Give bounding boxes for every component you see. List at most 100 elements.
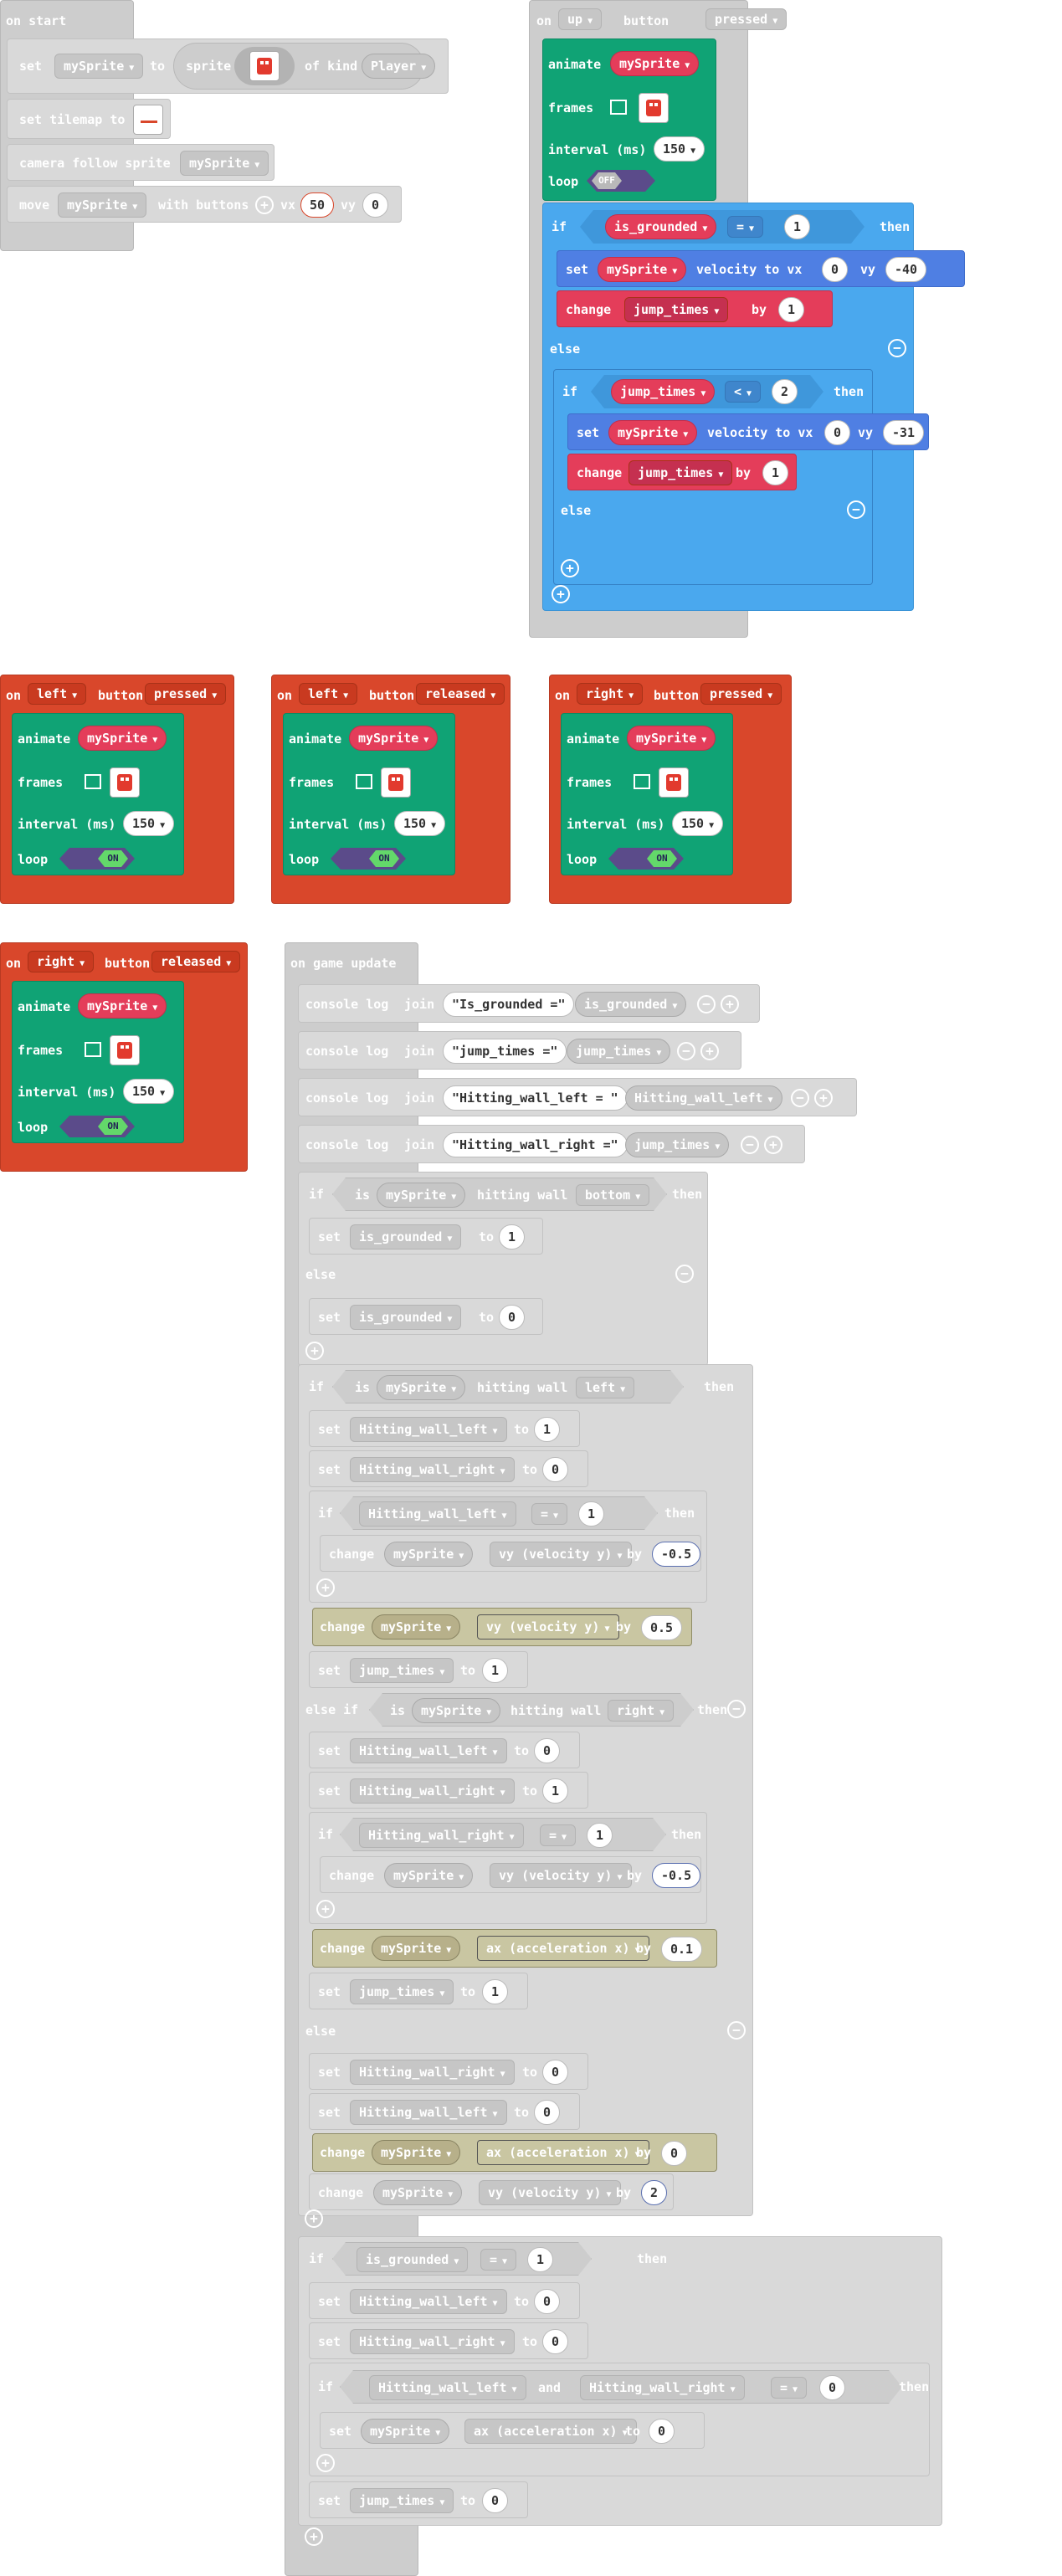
var-dropdown[interactable]: jump_times ▼	[350, 1658, 454, 1683]
animate-block[interactable]: animate mySprite ▼ frames interval (ms) 1…	[561, 713, 733, 875]
nested-if-block[interactable]: if jump_times ▼ < ▼ 2 then set mySprite ▼ v…	[553, 369, 929, 585]
sprite-dropdown[interactable]: mySprite ▼	[412, 1698, 500, 1723]
value-input[interactable]: 0	[542, 2060, 569, 2085]
set-var-block[interactable]: set jump_times ▼ to 1	[309, 1973, 528, 2009]
minus-icon[interactable]: −	[675, 1265, 694, 1283]
string-input[interactable]: "Hitting_wall_left = "	[443, 1085, 628, 1111]
minus-icon[interactable]: −	[847, 500, 865, 519]
is-hitting-wall-block[interactable]: is mySprite ▼ hitting wall bottom ▼	[332, 1178, 667, 1211]
film-icon[interactable]	[85, 774, 101, 789]
if-else-block[interactable]: if is_grounded ▼ = ▼ 1 then set mySprite ▼ …	[542, 203, 965, 611]
image-picker[interactable]	[234, 47, 295, 85]
plus-icon[interactable]: +	[764, 1136, 782, 1154]
is-hitting-wall-block[interactable]: is mySprite ▼ hitting wall left ▼	[332, 1370, 684, 1403]
animate-block[interactable]: animate mySprite ▼ frames interval (ms) 1…	[12, 713, 184, 875]
change-var-block[interactable]: change jump_times ▼ by 1	[557, 290, 833, 327]
sprite-dropdown[interactable]: mySprite ▼	[610, 51, 700, 76]
console-log-block[interactable]: console log join "jump_times =" jump_tim…	[298, 1031, 741, 1070]
var-dropdown[interactable]: is_grounded ▼	[350, 1305, 462, 1330]
button-dropdown[interactable]: right ▼	[28, 951, 95, 972]
vx-input[interactable]: 50	[300, 192, 335, 218]
var-dropdown[interactable]: Hitting_wall_left ▼	[350, 1417, 507, 1442]
compare-block[interactable]: jump_times ▼ < ▼ 2	[591, 375, 823, 408]
nested-if-block[interactable]: if Hitting_wall_left ▼ = ▼ 1 then change m…	[309, 1491, 707, 1603]
minus-icon[interactable]: −	[791, 1089, 809, 1107]
var-dropdown[interactable]: is_grounded ▼	[350, 1224, 462, 1250]
film-icon[interactable]	[634, 774, 650, 789]
sprite-dropdown[interactable]: mySprite ▼	[78, 726, 167, 751]
wall-dropdown[interactable]: bottom ▼	[576, 1184, 649, 1206]
by-input[interactable]: 1	[778, 297, 805, 322]
interval-dropdown[interactable]: 150 ▼	[654, 136, 705, 162]
op-dropdown[interactable]: = ▼	[771, 2377, 807, 2399]
plus-icon[interactable]: +	[721, 995, 739, 1013]
sprite-dropdown[interactable]: mySprite ▼	[384, 1863, 474, 1888]
var-dropdown[interactable]: jump_times ▼	[625, 1132, 730, 1157]
prop-dropdown[interactable]: vy (velocity y) ▼	[490, 1542, 632, 1567]
loop-toggle[interactable]: ON	[59, 1116, 135, 1137]
animate-block[interactable]: animate mySprite ▼ frames interval (ms) 1…	[283, 713, 455, 875]
set-var-block[interactable]: set jump_times ▼ to 0	[309, 2481, 528, 2518]
minus-icon[interactable]: −	[741, 1136, 759, 1154]
event-dropdown[interactable]: pressed ▼	[705, 8, 788, 30]
var-dropdown[interactable]: jump_times ▼	[350, 1979, 454, 2004]
change-var-block[interactable]: change jump_times ▼ by 1	[567, 454, 797, 490]
by-input[interactable]: 2	[641, 2180, 668, 2205]
minus-icon[interactable]: −	[677, 1042, 695, 1060]
var-dropdown[interactable]: jump_times ▼	[624, 297, 729, 322]
prop-dropdown[interactable]: vy (velocity y) ▼	[477, 1614, 619, 1640]
value-input[interactable]: 0	[534, 1738, 561, 1763]
value-input[interactable]: 1	[534, 1417, 561, 1442]
film-icon[interactable]	[85, 1042, 101, 1057]
set-var-block[interactable]: set Hitting_wall_right ▼ to 0	[309, 2322, 588, 2359]
op-dropdown[interactable]: = ▼	[727, 216, 763, 238]
value-input[interactable]: 0	[482, 2488, 509, 2513]
change-prop-block[interactable]: change mySprite ▼ vy (velocity y) ▼ by -0.…	[320, 1856, 701, 1893]
sprite-dropdown[interactable]: mySprite ▼	[384, 1542, 474, 1567]
by-input[interactable]: 1	[762, 460, 789, 485]
string-input[interactable]: "Is_grounded ="	[443, 992, 575, 1017]
var-dropdown[interactable]: Hitting_wall_right ▼	[580, 2375, 745, 2400]
interval-dropdown[interactable]: 150 ▼	[672, 811, 724, 836]
sprite-dropdown[interactable]: mySprite ▼	[627, 726, 716, 751]
plus-icon[interactable]: +	[316, 2454, 335, 2472]
value-input[interactable]: 0	[499, 1305, 526, 1330]
set-var-block[interactable]: set Hitting_wall_right ▼ to 1	[309, 1772, 588, 1809]
prop-dropdown[interactable]: ax (acceleration x) ▼	[477, 1936, 649, 1961]
change-prop-block[interactable]: change mySprite ▼ vy (velocity y) ▼ by 2	[309, 2173, 674, 2210]
sprite-dropdown[interactable]: mySprite ▼	[598, 257, 687, 282]
change-prop-block[interactable]: change mySprite ▼ vy (velocity y) ▼ by -0.…	[320, 1535, 701, 1572]
value-input[interactable]: 1	[784, 214, 810, 239]
var-dropdown[interactable]: Hitting_wall_left ▼	[350, 2289, 507, 2314]
op-dropdown[interactable]: = ▼	[540, 1824, 576, 1846]
compare-block[interactable]: Hitting_wall_right ▼ = ▼ 1	[340, 1818, 666, 1851]
by-input[interactable]: 0.1	[661, 1937, 703, 1962]
change-prop-block[interactable]: change mySprite ▼ ax (acceleration x) ▼ by…	[312, 1929, 717, 1968]
prop-dropdown[interactable]: ax (acceleration x) ▼	[477, 2140, 649, 2165]
value-input[interactable]: 2	[772, 379, 798, 404]
interval-dropdown[interactable]: 150 ▼	[123, 811, 175, 836]
value-input[interactable]: 0	[819, 2375, 845, 2400]
value-input[interactable]: 1	[587, 1823, 613, 1848]
set-velocity-block[interactable]: set mySprite ▼ velocity to vx 0 vy -31	[567, 413, 929, 450]
interval-dropdown[interactable]: 150 ▼	[394, 811, 446, 836]
var-dropdown[interactable]: Hitting_wall_left ▼	[350, 1738, 507, 1763]
plus-icon[interactable]: +	[814, 1089, 833, 1107]
set-sprite-block[interactable]: set mySprite ▼ to sprite of kind Player ▼	[7, 38, 449, 94]
var-dropdown[interactable]: is_grounded ▼	[575, 992, 687, 1017]
event-dropdown[interactable]: released ▼	[151, 951, 241, 972]
minus-icon[interactable]: −	[888, 339, 906, 357]
minus-icon[interactable]: −	[697, 995, 716, 1013]
var-dropdown[interactable]: mySprite ▼	[58, 192, 147, 218]
var-dropdown[interactable]: jump_times ▼	[628, 460, 733, 485]
var-dropdown[interactable]: jump_times ▼	[611, 379, 715, 404]
plus-icon[interactable]: +	[305, 2527, 323, 2546]
frame-sprite-icon[interactable]	[110, 767, 140, 798]
if-grounded-block[interactable]: if is_grounded ▼ = ▼ 1 then set Hitting_wa…	[298, 2236, 942, 2526]
frame-sprite-icon[interactable]	[639, 93, 669, 123]
sprite-dropdown[interactable]: mySprite ▼	[373, 2180, 463, 2205]
op-dropdown[interactable]: = ▼	[480, 2249, 516, 2271]
button-dropdown[interactable]: up ▼	[558, 8, 603, 30]
wall-dropdown[interactable]: left ▼	[576, 1377, 634, 1398]
var-dropdown[interactable]: jump_times ▼	[567, 1039, 671, 1064]
